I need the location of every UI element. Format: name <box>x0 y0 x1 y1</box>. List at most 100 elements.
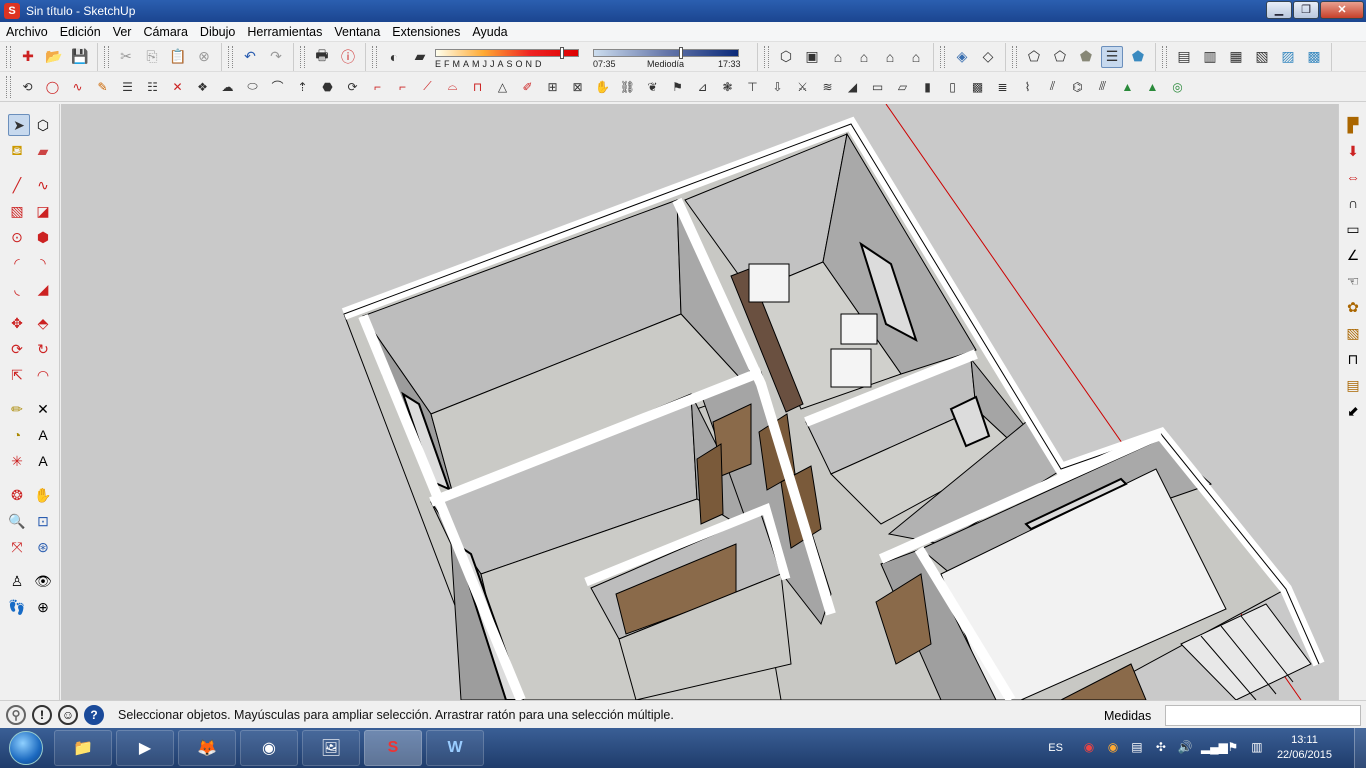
three-point-arc-icon[interactable]: ◟ <box>6 278 28 300</box>
3d-text-icon[interactable]: A <box>32 450 54 472</box>
scale-icon[interactable]: ⇱ <box>6 364 28 386</box>
tray-app-icon[interactable]: ◉ <box>1081 740 1097 756</box>
right-view-icon[interactable]: ⌂ <box>853 46 875 68</box>
back-view-icon[interactable]: ⌂ <box>879 46 901 68</box>
tray-flag-icon[interactable]: ▥ <box>1249 740 1265 756</box>
maximize-button[interactable]: ❐ <box>1293 1 1319 19</box>
save-icon[interactable]: 💾 <box>69 46 91 68</box>
paste-icon[interactable]: 📋 <box>167 46 189 68</box>
leaf-icon[interactable]: ❦ <box>643 76 662 98</box>
protractor-icon[interactable]: ◔ <box>6 424 28 446</box>
action-center-icon[interactable]: ⚑ <box>1225 740 1241 756</box>
flag-icon[interactable]: ⚑ <box>668 76 687 98</box>
corner-icon[interactable]: ⌐ <box>368 76 387 98</box>
two-point-arc-icon[interactable]: ◝ <box>32 252 54 274</box>
month-slider-handle[interactable] <box>559 46 564 59</box>
sweep-icon[interactable]: ≋ <box>818 76 837 98</box>
roof-icon[interactable]: ◢ <box>843 76 862 98</box>
warehouse-icon[interactable]: ▥ <box>1199 46 1221 68</box>
taskbar-firefox[interactable]: 🦊 <box>178 730 236 766</box>
panel-icon[interactable]: ▯ <box>943 76 962 98</box>
open-folder-icon[interactable]: 📂 <box>43 46 65 68</box>
front-view-icon[interactable]: ⌂ <box>827 46 849 68</box>
surface-icon[interactable]: ⬣ <box>318 76 337 98</box>
texture-icon[interactable]: ✿ <box>1342 296 1364 318</box>
geo-location-icon[interactable]: ⚲ <box>6 704 26 725</box>
follow-icon[interactable]: ⟳ <box>343 76 362 98</box>
ladder-icon[interactable]: ▧ <box>1342 322 1364 344</box>
arc-icon[interactable]: ◜ <box>6 252 28 274</box>
cut-icon[interactable]: ✂ <box>115 46 137 68</box>
tray-network-share-icon[interactable]: ✣ <box>1153 740 1169 756</box>
time-slider[interactable] <box>593 46 739 59</box>
zoom-extents-icon[interactable]: ⤧ <box>6 536 28 558</box>
add-detail-icon[interactable]: ▭ <box>1342 218 1364 240</box>
paint-icon[interactable]: ✎ <box>93 76 112 98</box>
hand-icon[interactable]: ✋ <box>593 76 612 98</box>
menu-camara[interactable]: Cámara <box>137 25 193 39</box>
taskbar-explorer[interactable]: 📁 <box>54 730 112 766</box>
look-around-icon[interactable]: 👁 <box>32 570 54 592</box>
polygon-icon[interactable]: ⬢ <box>32 226 54 248</box>
pencil-cut-icon[interactable]: ✐ <box>518 76 537 98</box>
menu-dibujo[interactable]: Dibujo <box>194 25 241 39</box>
start-button[interactable] <box>0 728 52 768</box>
curve-icon[interactable]: ⌒ <box>268 76 287 98</box>
rotated-rectangle-icon[interactable]: ◪ <box>32 200 54 222</box>
paint-bucket-icon[interactable]: ⛾ <box>6 140 28 162</box>
credits-icon[interactable]: ! <box>32 704 52 725</box>
move-icon[interactable]: ✥ <box>6 312 28 334</box>
menu-herramientas[interactable]: Herramientas <box>241 25 328 39</box>
volume-icon[interactable]: 🔊 <box>1177 740 1193 756</box>
line-icon[interactable]: ╱ <box>6 174 28 196</box>
taskbar-chrome[interactable]: ◉ <box>240 730 298 766</box>
axes-tool-icon[interactable]: ✳ <box>6 450 28 472</box>
make-component-icon[interactable]: ⬡ <box>32 114 54 136</box>
axes-icon[interactable]: ✕ <box>168 76 187 98</box>
display-shadows-icon[interactable]: ▰ <box>409 46 431 68</box>
section-plane-icon[interactable]: ⊕ <box>32 596 54 618</box>
time-slider-handle[interactable] <box>678 46 683 59</box>
push-icon[interactable]: ⇡ <box>293 76 312 98</box>
taskbar-media-player[interactable]: ▶ <box>116 730 174 766</box>
redo-icon[interactable]: ↷ <box>265 46 287 68</box>
tee-icon[interactable]: ⊤ <box>743 76 762 98</box>
smoove-icon[interactable]: ⬇ <box>1342 140 1364 162</box>
bridge-icon[interactable]: ⊓ <box>468 76 487 98</box>
stack-icon[interactable]: ☷ <box>143 76 162 98</box>
undo-icon[interactable]: ↶ <box>239 46 261 68</box>
sandbox-contours-icon[interactable]: ▛ <box>1342 114 1364 136</box>
xray-icon[interactable]: ◈ <box>951 46 973 68</box>
shadow-settings-icon[interactable]: ◐ <box>383 46 405 68</box>
share-model-icon[interactable]: ▦ <box>1225 46 1247 68</box>
monochrome-icon[interactable]: ⬟ <box>1127 46 1149 68</box>
menu-archivo[interactable]: Archivo <box>0 25 54 39</box>
menu-edicion[interactable]: Edición <box>54 25 107 39</box>
menu-extensiones[interactable]: Extensiones <box>386 25 466 39</box>
contour-icon[interactable]: ◎ <box>1168 76 1187 98</box>
fence-icon[interactable]: ⊞ <box>543 76 562 98</box>
walk-icon[interactable]: 👣 <box>6 596 28 618</box>
zoom-icon[interactable]: 🔍 <box>6 510 28 532</box>
cloud-icon[interactable]: ☁ <box>218 76 237 98</box>
orbit-icon[interactable]: ❂ <box>6 484 28 506</box>
language-indicator[interactable]: ES <box>1048 742 1063 754</box>
minimize-button[interactable]: ▁ <box>1266 1 1292 19</box>
offset-icon[interactable]: ◠ <box>32 364 54 386</box>
bend-icon[interactable]: ⌓ <box>443 76 462 98</box>
terrain-icon[interactable]: ▲ <box>1118 76 1137 98</box>
erase-icon[interactable]: ⊗ <box>193 46 215 68</box>
rails-icon[interactable]: ⫻ <box>1093 76 1112 98</box>
text-icon[interactable]: A <box>32 424 54 446</box>
terrain-two-icon[interactable]: ▲ <box>1143 76 1162 98</box>
drape-icon[interactable]: ∩ <box>1342 192 1364 214</box>
flip-edge-icon[interactable]: ∠ <box>1342 244 1364 266</box>
user-icon[interactable]: ☺ <box>58 704 78 725</box>
left-view-icon[interactable]: ⌂ <box>905 46 927 68</box>
corner-two-icon[interactable]: ⌐ <box>393 76 412 98</box>
slope-icon[interactable]: ⟋ <box>418 76 437 98</box>
iso-view-icon[interactable]: ⬡ <box>775 46 797 68</box>
follow-me-icon[interactable]: ↻ <box>32 338 54 360</box>
tray-orange-icon[interactable]: ◉ <box>1105 740 1121 756</box>
frame-icon[interactable]: ▭ <box>868 76 887 98</box>
